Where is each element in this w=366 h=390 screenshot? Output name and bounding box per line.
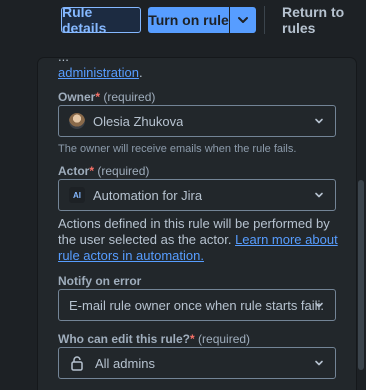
edit-permission-label: Who can edit this rule?* (required) — [58, 332, 251, 346]
actor-label: Actor* (required) — [58, 164, 150, 178]
return-to-rules-button[interactable]: Return to rules — [276, 4, 366, 36]
intro-line: administration. — [58, 65, 143, 80]
notify-label: Notify on error — [58, 274, 142, 288]
actor-description: Actions defined in this rule will be per… — [58, 216, 338, 263]
rule-details-panel: ... administration. Owner* (required) Ol… — [38, 58, 356, 390]
chevron-down-icon — [315, 302, 323, 308]
rule-details-page: Rule details Turn on rule Return to rule… — [0, 0, 366, 390]
notify-value: E-mail rule owner once when rule starts … — [69, 297, 325, 313]
automation-app-icon: AI — [69, 187, 85, 203]
owner-select[interactable]: Olesia Zhukova — [58, 105, 336, 137]
user-avatar — [69, 113, 85, 129]
owner-value: Olesia Zhukova — [93, 113, 184, 129]
administration-link[interactable]: administration — [58, 65, 139, 80]
notify-select[interactable]: E-mail rule owner once when rule starts … — [58, 289, 336, 321]
turn-on-rule-button[interactable]: Turn on rule — [148, 7, 229, 33]
actor-select[interactable]: AI Automation for Jira — [58, 179, 336, 211]
rule-details-button[interactable]: Rule details — [61, 4, 141, 36]
chevron-down-icon — [238, 17, 248, 23]
lock-icon — [71, 356, 83, 371]
chevron-down-icon — [315, 192, 323, 198]
owner-label: Owner* (required) — [58, 90, 156, 104]
chevron-down-icon — [315, 118, 323, 124]
intro-text: ... administration. — [58, 58, 338, 82]
chevron-down-icon — [315, 360, 323, 366]
toolbar-divider — [264, 6, 265, 34]
owner-helper-text: The owner will receive emails when the r… — [58, 143, 297, 155]
top-toolbar: Rule details Turn on rule Return to rule… — [0, 0, 366, 44]
actor-value: Automation for Jira — [93, 187, 203, 203]
edit-permission-select[interactable]: All admins — [58, 347, 336, 379]
edit-permission-value: All admins — [95, 355, 155, 371]
panel-scrollbar[interactable] — [358, 180, 364, 370]
turn-on-options-button[interactable] — [230, 7, 256, 33]
